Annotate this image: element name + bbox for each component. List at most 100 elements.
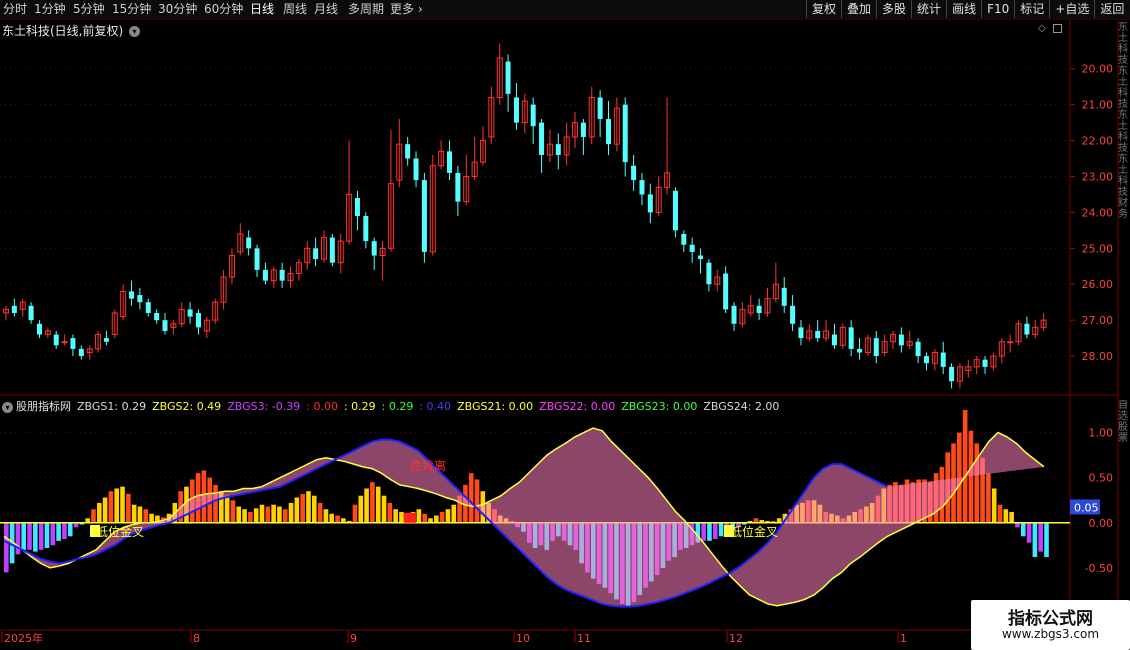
candle-body [279, 269, 285, 281]
indicator-bar [108, 491, 114, 523]
candle-body [949, 366, 955, 382]
indicator-bar [38, 522, 44, 550]
price-tick-label: 26.00 [1082, 278, 1114, 291]
signal-marker [404, 512, 416, 523]
time-axis-label: 9 [350, 632, 357, 645]
candle-body [162, 320, 168, 331]
indicator-bar [242, 509, 247, 523]
indicator-bar [381, 495, 387, 523]
candle-body [731, 305, 737, 324]
watermark-url: www.zbgs3.com [1001, 627, 1100, 641]
price-tick-label: 21.00 [1082, 99, 1114, 112]
indicator-bar [962, 410, 968, 523]
indicator-bar [335, 515, 340, 523]
candle-body [145, 302, 151, 313]
indicator-bar [27, 522, 32, 550]
candle-body [631, 165, 637, 181]
indicator-annotation: 底背离 [410, 458, 446, 473]
candle-body [1007, 341, 1014, 344]
indicator-bar [718, 522, 724, 537]
candle-body [61, 341, 68, 344]
indicator-bar [422, 513, 428, 523]
candle-body [53, 334, 59, 346]
candle-body [555, 144, 561, 155]
indicator-tick-label: 0.00 [1089, 517, 1114, 530]
indicator-bar [445, 509, 451, 523]
indicator-bar [4, 522, 9, 573]
time-axis-label: 12 [729, 632, 743, 645]
indicator-bar [265, 506, 271, 523]
indicator-bar [248, 511, 253, 523]
indicator-bar [399, 511, 404, 523]
indicator-bar [451, 504, 457, 523]
candle-body [605, 119, 611, 145]
candle-body [36, 323, 42, 335]
indicator-tick-label: 1.00 [1089, 427, 1114, 440]
candle-body [313, 248, 319, 260]
indicator-bar [300, 493, 305, 523]
indicator-bar [416, 509, 422, 523]
indicator-bar [143, 509, 149, 523]
watermark: 指标公式网 www.zbgs3.com [971, 600, 1130, 650]
indicator-bar [149, 513, 154, 523]
candle-body [78, 348, 84, 357]
candle-body [857, 348, 863, 353]
indicator-bar [364, 488, 369, 523]
time-axis-label: 1 [900, 632, 907, 645]
time-axis-label: 2025年 [4, 631, 43, 645]
indicator-bar [33, 522, 38, 552]
candle-body [622, 104, 628, 163]
candle-body [681, 233, 687, 245]
candle-body [873, 338, 879, 357]
side-panel-label: 东土科技东土科技东土科技东土科技财务 [1118, 22, 1128, 220]
candle-body [329, 237, 335, 263]
candle-body [580, 122, 586, 137]
indicator-annotation: 低位金叉 [96, 524, 144, 539]
candle-body [405, 144, 411, 159]
candle-body [923, 356, 929, 364]
candle-body [246, 237, 252, 249]
candle-body [505, 61, 511, 94]
candle-body [354, 198, 360, 216]
time-axis-label: 11 [577, 632, 591, 645]
candle-body [898, 334, 904, 346]
indicator-bar [102, 497, 108, 523]
indicator-bar [137, 506, 143, 523]
indicator-bar [1026, 522, 1032, 543]
indicator-bar [323, 509, 329, 523]
indicator-bar [91, 509, 96, 523]
candle-body [639, 180, 645, 195]
price-tick-label: 25.00 [1082, 242, 1114, 255]
candle-body [597, 97, 603, 120]
price-tick-label: 20.00 [1082, 63, 1114, 76]
candle-body [940, 352, 946, 367]
indicator-bar [317, 502, 323, 523]
candle-body [530, 104, 536, 127]
chart-canvas[interactable]: 28.00 27.00 26.00 25.00 24.00 23.00 22.00 21.00… [0, 0, 1130, 650]
indicator-bar [991, 488, 997, 523]
price-tick-label: 28.00 [1082, 350, 1114, 363]
time-axis-label: 10 [516, 632, 530, 645]
indicator-bar [375, 486, 381, 523]
price-tick-label: 22.00 [1082, 135, 1114, 148]
indicator-bar [1020, 522, 1026, 537]
indicator-bar [230, 500, 236, 523]
indicator-bar [224, 495, 230, 523]
indicator-bar [986, 473, 991, 523]
indicator-bar [282, 509, 288, 523]
indicator-bar [50, 522, 56, 546]
price-tick-label: 27.00 [1082, 314, 1114, 327]
candle-body [798, 327, 804, 339]
candle-body [790, 305, 796, 324]
candle-body [706, 262, 712, 285]
time-axis-label: 8 [193, 632, 200, 645]
indicator-bar [311, 495, 317, 523]
indicator-annotation: 低位金叉 [730, 524, 778, 539]
candle-body [363, 216, 369, 242]
candle-body [831, 334, 837, 346]
indicator-bar [131, 504, 137, 523]
indicator-bar [277, 506, 282, 523]
indicator-bar [1032, 522, 1038, 558]
candle-body [103, 338, 109, 342]
indicator-bar [712, 522, 718, 540]
